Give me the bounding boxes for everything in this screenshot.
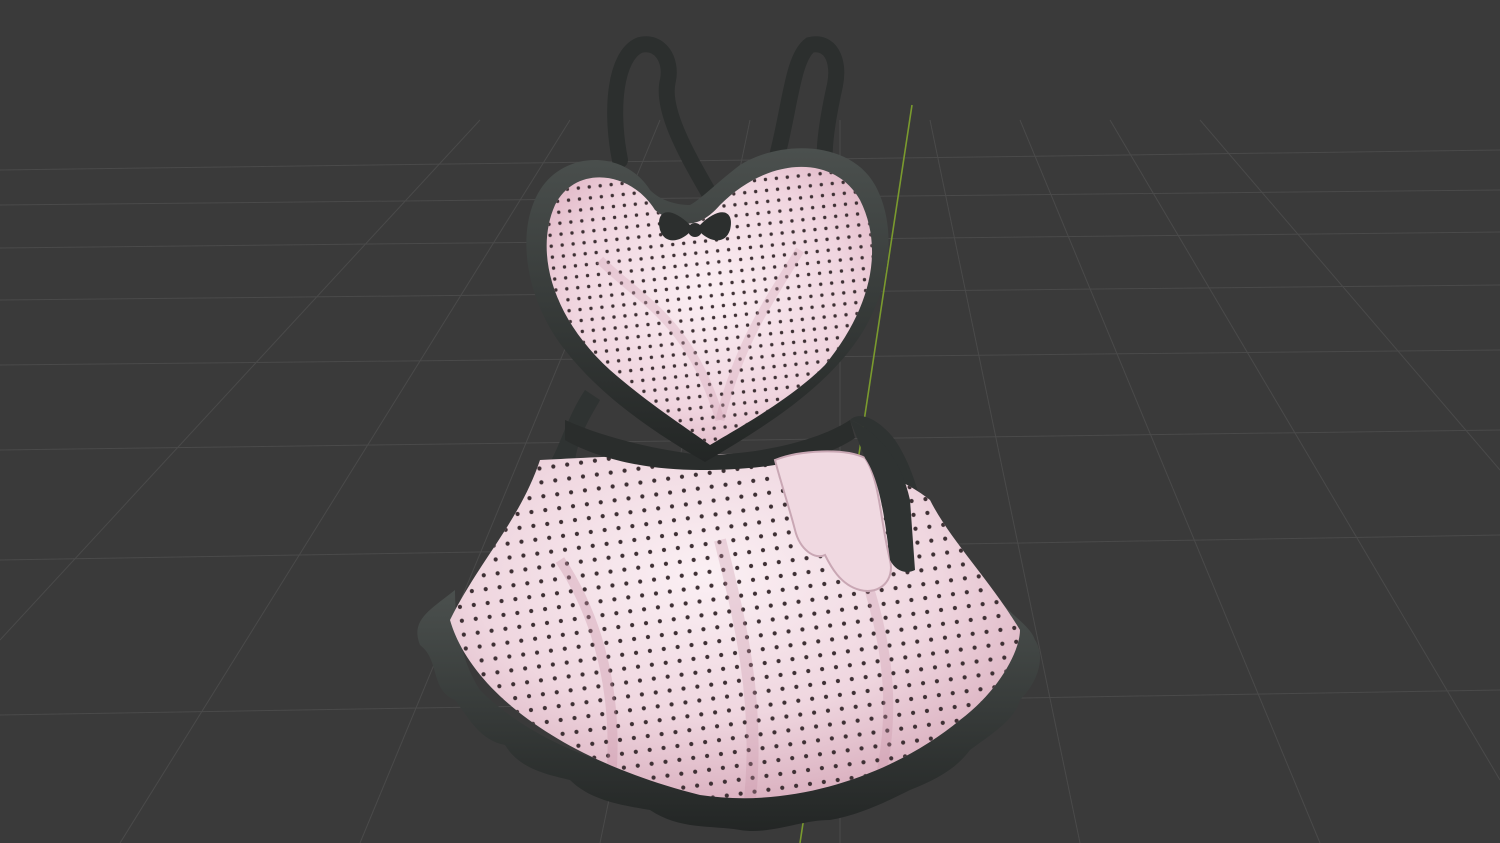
- 3d-viewport[interactable]: [0, 0, 1500, 843]
- viewport-canvas[interactable]: [0, 0, 1500, 843]
